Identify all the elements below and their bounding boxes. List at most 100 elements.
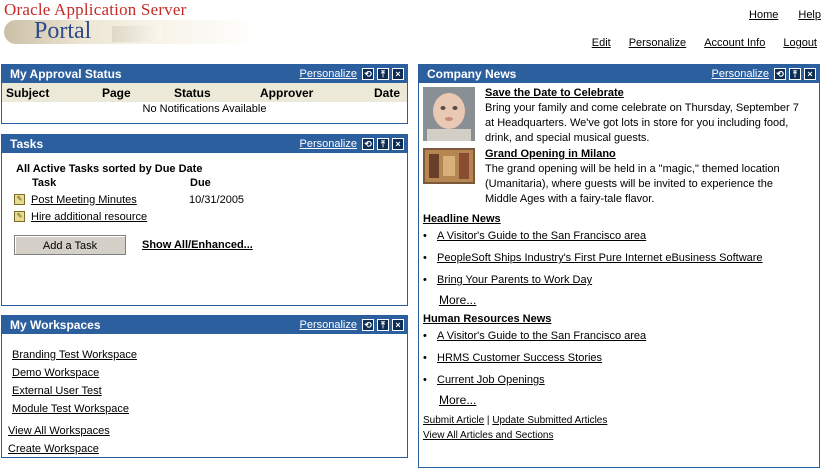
list-item: • Current Job Openings — [423, 369, 819, 391]
portal-word: Portal — [34, 18, 92, 44]
news-footer-links: Submit Article | Update Submitted Articl… — [419, 415, 819, 426]
hr-link[interactable]: Current Job Openings — [437, 369, 545, 391]
tasks-header: Tasks Personalize ⟲ ⤒ × — [2, 135, 407, 153]
headline-more-link[interactable]: More... — [439, 291, 819, 309]
approval-portlet: My Approval Status Personalize ⟲ ⤒ × Sub… — [1, 64, 408, 124]
collapse-icon[interactable]: ⤒ — [377, 319, 389, 331]
portal-logo: Portal — [4, 16, 262, 46]
submit-article-link[interactable]: Submit Article — [423, 415, 484, 426]
global-links: Edit Personalize Account Info Logout — [592, 37, 817, 49]
headline-link[interactable]: PeopleSoft Ships Industry's First Pure I… — [437, 247, 763, 269]
workspaces-tools: Personalize ⟲ ⤒ × — [300, 319, 404, 331]
news-portlet: Company News Personalize ⟲ ⤒ × Save the … — [418, 64, 820, 468]
task-icon: ✎ — [14, 194, 25, 205]
list-item: • HRMS Customer Success Stories — [423, 347, 819, 369]
task-row: ✎ Post Meeting Minutes 10/31/2005 — [14, 191, 407, 208]
tasks-title: Tasks — [10, 137, 44, 151]
collapse-icon[interactable]: ⤒ — [377, 138, 389, 150]
refresh-icon[interactable]: ⟲ — [362, 68, 374, 80]
milano-painting — [423, 148, 475, 184]
hr-link[interactable]: HRMS Customer Success Stories — [437, 347, 602, 369]
update-articles-link[interactable]: Update Submitted Articles — [492, 415, 607, 426]
news-featured-item: Grand Opening in Milano The grand openin… — [419, 148, 819, 207]
close-icon[interactable]: × — [392, 68, 404, 80]
workspaces-header: My Workspaces Personalize ⟲ ⤒ × — [2, 316, 407, 334]
news-featured-content: Grand Opening in Milano The grand openin… — [485, 148, 805, 207]
personalize-link[interactable]: Personalize — [629, 37, 686, 49]
col-date[interactable]: Date — [370, 83, 407, 102]
list-item: • A Visitor's Guide to the San Francisco … — [423, 225, 819, 247]
account-info-link[interactable]: Account Info — [704, 37, 765, 49]
tasks-body: All Active Tasks sorted by Due Date Task… — [2, 153, 407, 255]
baby-photo — [423, 87, 475, 141]
col-status[interactable]: Status — [170, 83, 256, 102]
workspaces-body: Branding Test Workspace Demo Workspace E… — [2, 334, 407, 458]
col-task: Task — [32, 177, 57, 189]
workspaces-personalize-link[interactable]: Personalize — [300, 319, 357, 331]
task-actions: Add a Task Show All/Enhanced... — [14, 235, 407, 255]
task-link[interactable]: Post Meeting Minutes — [31, 194, 189, 206]
workspaces-portlet: My Workspaces Personalize ⟲ ⤒ × Branding… — [1, 315, 408, 458]
edit-link[interactable]: Edit — [592, 37, 611, 49]
task-row: ✎ Hire additional resource — [14, 208, 407, 225]
headline-news-title[interactable]: Headline News — [423, 213, 819, 225]
refresh-icon[interactable]: ⟲ — [362, 319, 374, 331]
approval-table: Subject Page Status Approver Date No Not… — [2, 83, 407, 116]
collapse-icon[interactable]: ⤒ — [377, 68, 389, 80]
news-featured-title[interactable]: Grand Opening in Milano — [485, 148, 805, 160]
workspace-link[interactable]: Module Test Workspace — [12, 400, 407, 418]
approval-tools: Personalize ⟲ ⤒ × — [300, 68, 404, 80]
hr-link[interactable]: A Visitor's Guide to the San Francisco a… — [437, 325, 646, 347]
approval-personalize-link[interactable]: Personalize — [300, 68, 357, 80]
tasks-portlet: Tasks Personalize ⟲ ⤒ × All Active Tasks… — [1, 134, 408, 306]
tasks-personalize-link[interactable]: Personalize — [300, 138, 357, 150]
workspace-link[interactable]: Demo Workspace — [12, 364, 407, 382]
news-title: Company News — [427, 67, 517, 81]
approval-header: My Approval Status Personalize ⟲ ⤒ × — [2, 65, 407, 83]
logout-link[interactable]: Logout — [783, 37, 817, 49]
headline-link[interactable]: A Visitor's Guide to the San Francisco a… — [437, 225, 646, 247]
task-due: 10/31/2005 — [189, 193, 245, 206]
collapse-icon[interactable]: ⤒ — [789, 68, 801, 80]
view-all-articles-link[interactable]: View All Articles and Sections — [423, 430, 553, 441]
tasks-tools: Personalize ⟲ ⤒ × — [300, 138, 404, 150]
workspace-link[interactable]: External User Test — [12, 382, 407, 400]
home-link[interactable]: Home — [749, 9, 778, 21]
task-columns: Task Due — [14, 177, 407, 191]
hr-more-link[interactable]: More... — [439, 391, 819, 409]
close-icon[interactable]: × — [392, 138, 404, 150]
hr-news-title[interactable]: Human Resources News — [423, 313, 819, 325]
col-approver[interactable]: Approver — [256, 83, 370, 102]
list-item: • Bring Your Parents to Work Day — [423, 269, 819, 291]
workspace-link[interactable]: Branding Test Workspace — [12, 346, 407, 364]
logo-texture — [112, 26, 162, 42]
news-footer-links: View All Articles and Sections — [419, 430, 819, 441]
refresh-icon[interactable]: ⟲ — [362, 138, 374, 150]
news-header: Company News Personalize ⟲ ⤒ × — [419, 65, 819, 83]
show-all-link[interactable]: Show All/Enhanced... — [142, 239, 253, 251]
headline-news-list: • A Visitor's Guide to the San Francisco … — [419, 225, 819, 291]
news-personalize-link[interactable]: Personalize — [712, 68, 769, 80]
refresh-icon[interactable]: ⟲ — [774, 68, 786, 80]
col-page[interactable]: Page — [98, 83, 170, 102]
workspaces-title: My Workspaces — [10, 318, 101, 332]
task-link[interactable]: Hire additional resource — [31, 211, 189, 223]
col-subject[interactable]: Subject — [2, 83, 98, 102]
list-item: • A Visitor's Guide to the San Francisco … — [423, 325, 819, 347]
close-icon[interactable]: × — [392, 319, 404, 331]
tasks-heading: All Active Tasks sorted by Due Date — [16, 163, 203, 175]
create-workspace-link[interactable]: Create Workspace — [8, 440, 407, 458]
news-featured-item: Save the Date to Celebrate Bring your fa… — [419, 87, 819, 146]
empty-message: No Notifications Available — [142, 103, 267, 115]
task-icon: ✎ — [14, 211, 25, 222]
news-featured-text: The grand opening will be held in a "mag… — [485, 163, 780, 205]
add-task-button[interactable]: Add a Task — [14, 235, 126, 255]
close-icon[interactable]: × — [804, 68, 816, 80]
view-all-workspaces-link[interactable]: View All Workspaces — [8, 422, 407, 440]
hr-news-list: • A Visitor's Guide to the San Francisco … — [419, 325, 819, 391]
top-links: Home Help — [749, 9, 821, 21]
headline-link[interactable]: Bring Your Parents to Work Day — [437, 269, 592, 291]
news-featured-title[interactable]: Save the Date to Celebrate — [485, 87, 805, 99]
news-featured-content: Save the Date to Celebrate Bring your fa… — [485, 87, 805, 146]
help-link[interactable]: Help — [798, 9, 821, 21]
